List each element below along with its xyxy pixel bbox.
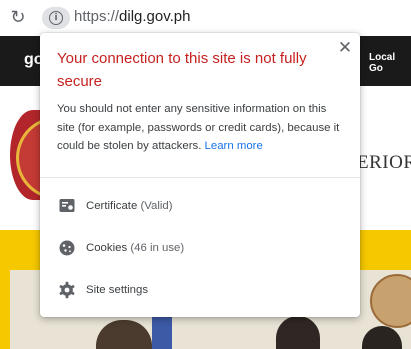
site-nav-local-government[interactable]: Local Go xyxy=(369,52,411,74)
info-icon: i xyxy=(49,11,63,25)
address-bar[interactable]: https://dilg.gov.ph xyxy=(74,8,190,26)
photo-person xyxy=(362,326,402,349)
url-host: dilg.gov.ph xyxy=(119,8,191,25)
site-settings-label: Site settings xyxy=(86,284,149,296)
popup-title: Your connection to this site is not full… xyxy=(57,50,307,90)
cookies-count: (46 in use) xyxy=(130,242,185,254)
divider xyxy=(40,177,360,178)
photo-person xyxy=(96,320,152,349)
certificate-title: Certificate xyxy=(86,200,138,212)
cookies-item[interactable]: Cookies (46 in use) xyxy=(40,227,360,269)
site-info-button[interactable]: i xyxy=(42,7,70,29)
cookies-label: Cookies (46 in use) xyxy=(86,240,184,256)
site-info-popup: Your connection to this site is not full… xyxy=(40,33,360,317)
certificate-icon xyxy=(59,199,75,212)
photo-person xyxy=(276,316,320,349)
gear-icon xyxy=(59,281,75,299)
cookies-title: Cookies xyxy=(86,242,128,254)
popup-body: You should not enter any sensitive infor… xyxy=(57,100,347,156)
cookie-icon xyxy=(59,240,75,256)
site-settings-item[interactable]: Site settings xyxy=(40,269,360,311)
learn-more-link[interactable]: Learn more xyxy=(205,140,263,152)
close-icon[interactable]: ✕ xyxy=(335,38,355,58)
certificate-label: Certificate (Valid) xyxy=(86,198,173,214)
certificate-item[interactable]: Certificate (Valid) xyxy=(40,185,360,227)
photo-emblem xyxy=(370,274,411,328)
security-warning-text: You should not enter any sensitive infor… xyxy=(57,103,340,152)
reload-icon[interactable]: ↻ xyxy=(8,7,28,27)
site-title: ERIOR xyxy=(357,152,411,173)
browser-toolbar: ↻ i https://dilg.gov.ph xyxy=(0,0,411,36)
certificate-status: (Valid) xyxy=(140,200,173,212)
url-scheme: https:// xyxy=(74,8,120,25)
